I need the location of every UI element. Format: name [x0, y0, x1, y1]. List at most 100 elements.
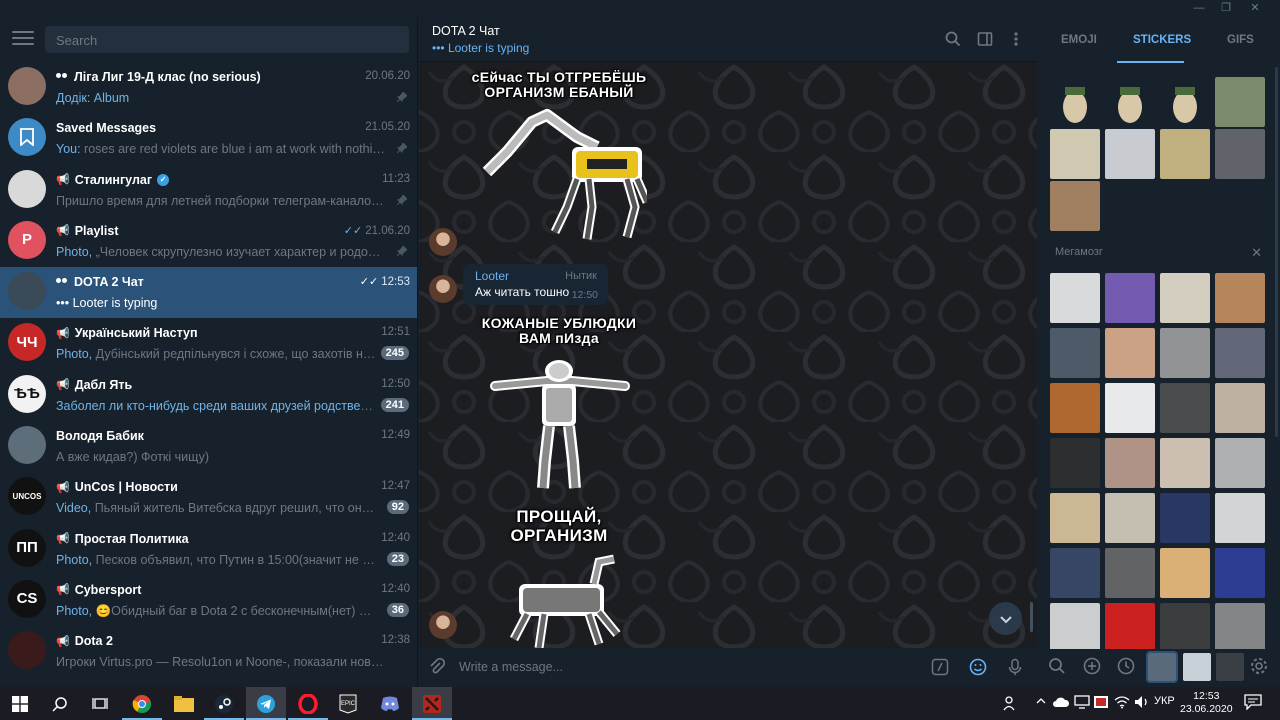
chat-item[interactable]: Володя Бабик 12:49 А вже кидав?) Фоткі чищ…: [0, 421, 417, 472]
robot-sticker[interactable]: [487, 356, 632, 496]
gear-icon[interactable]: [1250, 657, 1268, 680]
chat-item[interactable]: CS 📢 Cybersport 12:40 Photo, 😊Обидный баг в …: [0, 575, 417, 626]
emoji-icon[interactable]: [968, 658, 988, 681]
recent-icon[interactable]: [1117, 657, 1135, 680]
sticker-thumb[interactable]: [1050, 383, 1100, 433]
scroll-down-button[interactable]: [989, 602, 1022, 635]
sticker-thumb[interactable]: [1215, 383, 1265, 433]
microphone-icon[interactable]: [1005, 658, 1025, 681]
sticker-thumb[interactable]: [1215, 328, 1265, 378]
scrollbar[interactable]: [1275, 67, 1278, 437]
opera-icon[interactable]: [288, 687, 328, 720]
discord-icon[interactable]: [370, 687, 410, 720]
telegram-icon[interactable]: [246, 687, 286, 720]
sticker-thumb[interactable]: [1160, 273, 1210, 323]
chat-item[interactable]: Ліга Лиг 19-Д клас (no serious) 20.06.20 Д…: [0, 62, 417, 113]
sticker-thumb[interactable]: [1215, 438, 1265, 488]
sticker-thumb[interactable]: [1160, 383, 1210, 433]
cloud-icon[interactable]: [1052, 695, 1070, 712]
task-view-icon[interactable]: [80, 687, 120, 720]
robot-dog-sticker[interactable]: [499, 554, 629, 648]
message-author[interactable]: Looter: [475, 269, 509, 283]
chrome-icon[interactable]: [122, 687, 162, 720]
sticker-thumb[interactable]: [1160, 438, 1210, 488]
chat-item[interactable]: ЧЧ 📢 Український Наступ 12:51 Photo, Дубінсь…: [0, 318, 417, 369]
message-bubble[interactable]: Looter Нытик Аж читать тошно 12:50: [463, 264, 608, 305]
sticker-thumb[interactable]: [1050, 438, 1100, 488]
avatar[interactable]: [429, 611, 457, 639]
sticker-pack-thumb[interactable]: [1216, 653, 1244, 681]
search-input[interactable]: Search: [45, 26, 409, 53]
sticker-thumb[interactable]: [1215, 548, 1265, 598]
sticker-thumb[interactable]: [1050, 181, 1100, 231]
search-icon[interactable]: [945, 31, 961, 47]
sticker-thumb[interactable]: [1050, 603, 1100, 653]
minimize-button[interactable]: —: [1188, 0, 1210, 17]
sticker-pack-thumb[interactable]: [1183, 653, 1211, 681]
scrollbar[interactable]: [1030, 602, 1033, 632]
maximize-button[interactable]: ❐: [1215, 0, 1237, 17]
bot-command-icon[interactable]: [930, 658, 950, 681]
sticker-pack-thumb[interactable]: [1146, 651, 1178, 683]
message-input[interactable]: Write a message...: [459, 660, 563, 674]
clock[interactable]: 12:53 23.06.2020: [1180, 690, 1233, 716]
sticker-thumb[interactable]: [1105, 129, 1155, 179]
chat-item[interactable]: ѢѢ 📢 Дабл Ять 12:50 Заболел ли кто-нибудь ср…: [0, 370, 417, 421]
sticker-thumb[interactable]: [1105, 328, 1155, 378]
dota2-icon[interactable]: [412, 687, 452, 720]
tab-stickers[interactable]: STICKERS: [1133, 34, 1191, 46]
close-button[interactable]: ✕: [1244, 0, 1266, 17]
add-sticker-icon[interactable]: [1083, 657, 1101, 680]
sidebar-toggle-icon[interactable]: [977, 31, 993, 47]
language-indicator[interactable]: УКР: [1154, 695, 1175, 707]
chat-item[interactable]: 📢 Dota 2 12:38 Игроки Virtus.pro — Resolu1o…: [0, 626, 417, 677]
app-tray-icon[interactable]: [1093, 695, 1109, 712]
robot-dog-sticker[interactable]: [477, 107, 647, 252]
tab-emoji[interactable]: EMOJI: [1061, 34, 1097, 46]
sticker-thumb[interactable]: [1050, 548, 1100, 598]
sticker-thumb[interactable]: [1160, 77, 1210, 127]
sticker-thumb[interactable]: [1160, 548, 1210, 598]
steam-icon[interactable]: [204, 687, 244, 720]
start-button[interactable]: [0, 687, 40, 720]
chat-item[interactable]: P 📢 Playlist ✓✓ 21.06.20 Photo, „Человек скру…: [0, 216, 417, 267]
close-icon[interactable]: ✕: [1251, 245, 1262, 261]
sticker-thumb[interactable]: [1050, 273, 1100, 323]
monitor-icon[interactable]: [1074, 695, 1090, 712]
chat-item[interactable]: UNCOS 📢 UnCos | Новости 12:47 Video, Пьяный …: [0, 472, 417, 523]
sticker-thumb[interactable]: [1215, 603, 1265, 653]
sticker-thumb[interactable]: [1050, 77, 1100, 127]
sticker-thumb[interactable]: [1160, 603, 1210, 653]
tab-gifs[interactable]: GIFS: [1227, 34, 1254, 46]
chat-item[interactable]: ПП 📢 Простая Политика 12:40 Photo, Песков об…: [0, 524, 417, 575]
people-icon[interactable]: [1003, 695, 1019, 714]
sticker-thumb[interactable]: [1105, 438, 1155, 488]
sticker-thumb[interactable]: [1105, 493, 1155, 543]
wifi-icon[interactable]: [1114, 695, 1130, 712]
chat-item[interactable]: 📢 Сталингулаг ✓ 11:23 Пришло время для летне…: [0, 165, 417, 216]
epic-games-icon[interactable]: EPIC: [328, 687, 368, 720]
avatar[interactable]: [429, 228, 457, 256]
sticker-thumb[interactable]: [1050, 328, 1100, 378]
sticker-thumb[interactable]: [1215, 77, 1265, 127]
sticker-thumb[interactable]: [1105, 273, 1155, 323]
chat-item[interactable]: Saved Messages 21.05.20 You: roses are red…: [0, 113, 417, 164]
sticker-thumb[interactable]: [1105, 77, 1155, 127]
chat-item[interactable]: DOTA 2 Чат ✓✓ 12:53 ••• Looter is typing: [0, 267, 417, 319]
volume-icon[interactable]: [1134, 695, 1150, 712]
sticker-thumb[interactable]: [1105, 383, 1155, 433]
avatar[interactable]: [429, 275, 457, 303]
hamburger-menu-icon[interactable]: [12, 31, 34, 47]
sticker-thumb[interactable]: [1105, 548, 1155, 598]
sticker-thumb[interactable]: [1215, 273, 1265, 323]
attach-icon[interactable]: [427, 657, 447, 681]
chat-title[interactable]: DOTA 2 Чат: [432, 24, 500, 38]
sticker-thumb[interactable]: [1215, 493, 1265, 543]
search-icon[interactable]: [40, 687, 80, 720]
sticker-thumb[interactable]: [1050, 129, 1100, 179]
sticker-thumb[interactable]: [1160, 129, 1210, 179]
search-icon[interactable]: [1048, 657, 1066, 680]
sticker-thumb[interactable]: [1160, 493, 1210, 543]
sticker-thumb[interactable]: [1050, 493, 1100, 543]
chevron-up-icon[interactable]: [1035, 695, 1047, 710]
